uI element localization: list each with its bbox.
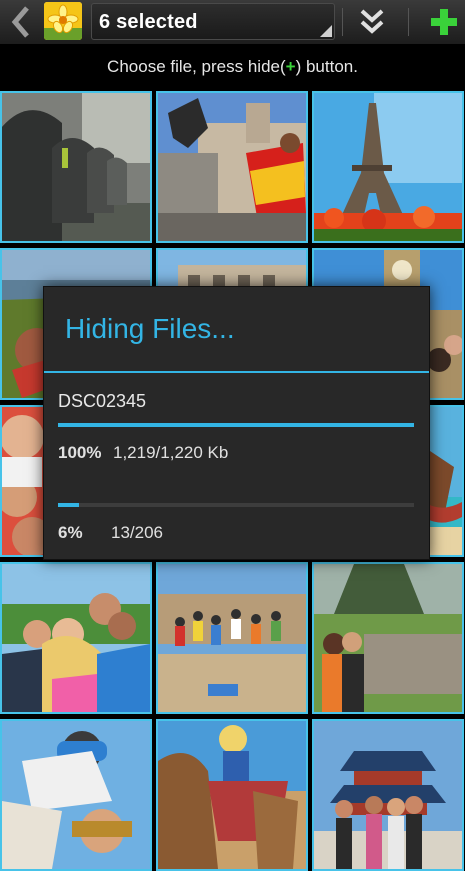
instruction-plus-symbol: +	[285, 57, 296, 76]
file-progress-bar	[58, 423, 414, 427]
hiding-files-dialog: Hiding Files... DSC02345 100% 1,219/1,22…	[43, 286, 430, 560]
total-progress-bar	[58, 503, 414, 507]
plus-icon	[431, 9, 457, 35]
photo-tile-spain-flag[interactable]	[156, 91, 308, 243]
file-progress-fill	[58, 423, 414, 427]
photo-tile-group-selfie[interactable]	[0, 562, 152, 714]
total-progress-percent: 6%	[58, 523, 83, 542]
photo-tile-jumping-group[interactable]	[156, 562, 308, 714]
file-progress-percent: 100%	[58, 443, 102, 462]
current-file-name: DSC02345	[58, 391, 147, 411]
photo-tile-mailboxes[interactable]	[0, 91, 152, 243]
dialog-title-divider	[44, 371, 429, 373]
photo-tile-temple-of-heaven[interactable]	[312, 719, 464, 871]
dropdown-triangle-icon	[320, 25, 332, 37]
total-progress-count: 13/206	[111, 523, 163, 542]
total-progress-fill	[58, 503, 80, 507]
double-chevron-down-icon	[360, 9, 384, 34]
photo-tile-camel-rider[interactable]	[156, 719, 308, 871]
action-bar: 6 selected	[0, 0, 465, 45]
back-chevron-icon[interactable]	[6, 2, 36, 42]
dialog-title: Hiding Files...	[65, 313, 235, 344]
photo-tile-machu-picchu[interactable]	[312, 562, 464, 714]
instruction-before: Choose file, press hide(	[107, 57, 286, 76]
instruction-after: ) button.	[295, 57, 358, 76]
selection-count-label: 6 selected	[99, 11, 198, 33]
instruction-text: Choose file, press hide(+) button.	[0, 44, 465, 90]
app-flower-icon[interactable]	[44, 2, 82, 40]
selection-dropdown[interactable]: 6 selected	[91, 3, 335, 40]
photo-tile-eiffel-tower[interactable]	[312, 91, 464, 243]
hide-add-button[interactable]	[424, 0, 464, 44]
photo-tile-skydivers[interactable]	[0, 719, 152, 871]
select-all-button[interactable]	[350, 0, 394, 44]
toolbar-divider	[342, 8, 343, 36]
file-progress-count: 1,219/1,220 Kb	[113, 443, 229, 462]
toolbar-divider	[408, 8, 409, 36]
